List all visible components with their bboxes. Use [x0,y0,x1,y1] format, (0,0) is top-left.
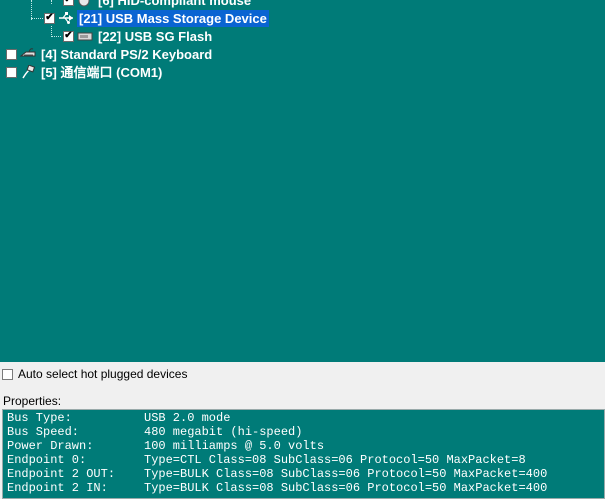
auto-select-checkbox[interactable]: Auto select hot plugged devices [2,366,187,382]
serial-port-icon [22,65,36,79]
property-row: Endpoint 2 IN: Type=BULK Class=08 SubCla… [3,481,604,495]
tree-connector [51,0,53,4]
auto-select-box[interactable] [2,368,13,380]
properties-label: Properties: [3,394,62,408]
property-value: 100 milliamps @ 5.0 volts [144,439,325,453]
tree-connector [31,0,33,20]
property-value: Type=BULK Class=08 SubClass=06 Protocol=… [144,467,548,481]
tree-item-label: [6] HID-compliant mouse [98,0,252,8]
property-key: Bus Speed: [7,425,80,439]
property-value: USB 2.0 mode [144,411,231,425]
property-value: 480 megabit (hi-speed) [144,425,303,439]
property-key: Endpoint 0: [7,453,87,467]
tree-item-hid-mouse[interactable]: ✔ [6] HID-compliant mouse [63,0,253,9]
property-value: Type=CTL Class=08 SubClass=06 Protocol=5… [144,453,526,467]
property-row: Bus Type: USB 2.0 mode [3,411,604,425]
property-row: Bus Speed: 480 megabit (hi-speed) [3,425,604,439]
tree-item-checkbox[interactable]: ✔ [63,30,74,42]
tree-item-ps2-keyboard[interactable]: [4] Standard PS/2 Keyboard [6,45,214,63]
property-key: Bus Type: [7,411,72,425]
tree-item-label: [4] Standard PS/2 Keyboard [41,46,213,62]
drive-icon [77,32,93,41]
tree-item-label: [22] USB SG Flash [98,28,213,44]
tree-item-checkbox[interactable]: ✔ [63,0,74,6]
keyboard-icon [20,48,36,57]
property-value: Type=BULK Class=08 SubClass=06 Protocol=… [144,481,548,495]
property-row: Power Drawn: 100 milliamps @ 5.0 volts [3,439,604,453]
tree-item-checkbox[interactable]: ✔ [44,12,55,24]
usb-icon [59,12,73,24]
property-row: Endpoint 2 OUT: Type=BULK Class=08 SubCl… [3,467,604,481]
property-key: Endpoint 2 IN: [7,481,108,495]
tree-item-checkbox[interactable] [6,48,17,60]
property-key: Power Drawn: [7,439,94,453]
tree-item-usb-mass-storage[interactable]: ✔ [21] USB Mass Storage Device [44,9,269,27]
tree-connector [31,18,43,20]
tree-connector [51,36,61,38]
tree-item-com1[interactable]: [5] 通信端口 (COM1) [6,63,164,81]
mouse-icon [78,0,90,7]
tree-item-label: [5] 通信端口 (COM1) [41,64,163,80]
property-row: Endpoint 0: Type=CTL Class=08 SubClass=0… [3,453,604,467]
device-tree[interactable]: ✔ [6] HID-compliant mouse ✔ [21] USB Mas… [0,0,605,362]
tree-item-label: [21] USB Mass Storage Device [77,9,269,27]
property-key: Endpoint 2 OUT: [7,467,116,481]
tree-item-checkbox[interactable] [6,66,17,78]
tree-item-usb-sg-flash[interactable]: ✔ [22] USB SG Flash [63,27,214,45]
auto-select-label: Auto select hot plugged devices [18,367,188,381]
properties-pane[interactable]: Bus Type: USB 2.0 mode Bus Speed: 480 me… [2,409,605,499]
